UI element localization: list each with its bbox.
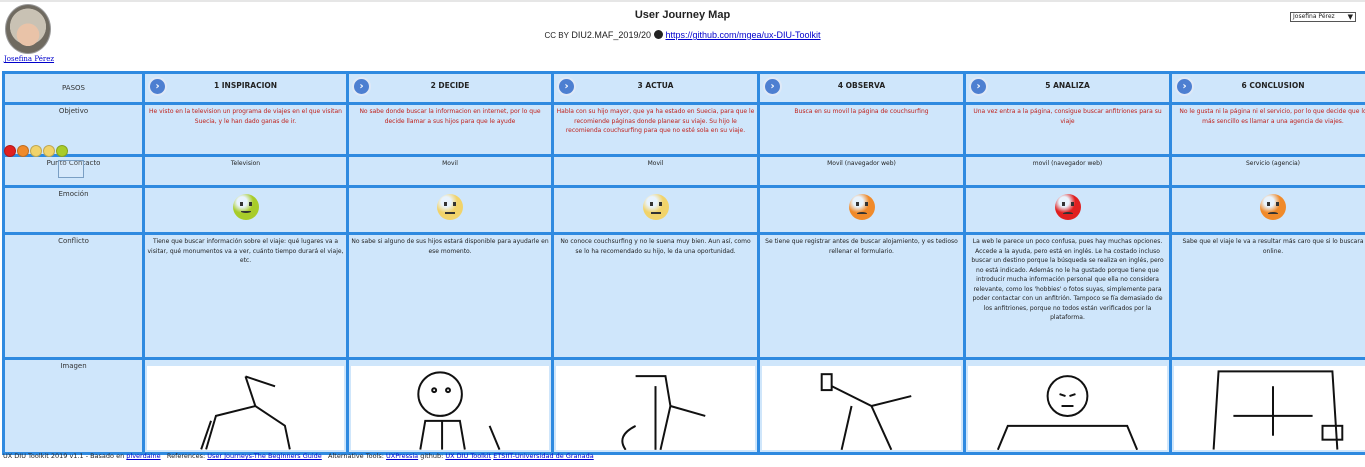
emotion-cell bbox=[551, 185, 760, 235]
emotion-cell bbox=[1169, 185, 1365, 235]
page-title: User Journey Map bbox=[634, 9, 731, 21]
footer-prefix: UX DIU Toolkit 2019 v1.1 - Basado en bbox=[3, 452, 125, 460]
image-cell bbox=[142, 357, 349, 455]
neutral-face-icon bbox=[642, 194, 669, 220]
row-label-conflicto: Conflicto bbox=[2, 232, 145, 360]
neutral-face-icon bbox=[437, 194, 463, 220]
user-select[interactable]: Josefina Pérez ▼ bbox=[1290, 12, 1356, 22]
image-cell bbox=[1169, 357, 1365, 455]
image-row: Imagen bbox=[2, 357, 1365, 455]
emotion-legend-face bbox=[4, 145, 16, 157]
conflict-cell: Se tiene que registrar antes de buscar a… bbox=[757, 232, 966, 360]
row-label-imagen: Imagen bbox=[2, 357, 145, 455]
conflict-row: Conflicto Tiene que buscar información s… bbox=[2, 232, 1365, 360]
chevron-down-icon: ▼ bbox=[1347, 13, 1353, 21]
contact-row: Punto Contacto Television Movil Movil Mo… bbox=[2, 154, 1365, 188]
step-header: › 3 ACTUA bbox=[551, 71, 760, 105]
objective-cell: He visto en la television un programa de… bbox=[142, 102, 349, 157]
chevron-right-icon[interactable]: › bbox=[557, 77, 576, 96]
footer-link-uxpressia[interactable]: UXPressia bbox=[386, 452, 418, 460]
sketch-image bbox=[968, 366, 1167, 451]
footer-link-guide[interactable]: User Journeys-The Beginners Guide bbox=[207, 452, 322, 460]
emotion-cell bbox=[757, 185, 966, 235]
journey-map-table: PASOS › 1 INSPIRACION › 2 DECIDE › 3 ACTUA … bbox=[2, 71, 1365, 455]
step-header: › 6 CONCLUSION bbox=[1169, 71, 1365, 105]
step-header: › 4 OBSERVA bbox=[757, 71, 966, 105]
contact-cell: Movil (navegador web) bbox=[757, 154, 966, 188]
repo-link[interactable]: https://github.com/mgea/ux-DIU-Toolkit bbox=[665, 30, 820, 40]
license-label: CC BY bbox=[544, 31, 569, 40]
emotion-legend bbox=[4, 142, 69, 161]
emotion-cell bbox=[346, 185, 554, 235]
step-header: › 2 DECIDE bbox=[346, 71, 554, 105]
chevron-right-icon[interactable]: › bbox=[763, 77, 782, 96]
row-label-pasos: PASOS bbox=[2, 71, 145, 105]
footer-link-ugr[interactable]: ETSIIT-Universidad de Granada bbox=[493, 452, 594, 460]
step-header: › 1 INSPIRACION bbox=[142, 71, 349, 105]
conflict-cell: La web le parece un poco confusa, pues h… bbox=[963, 232, 1172, 360]
objective-cell: No le gusta ni la página ni el servicio,… bbox=[1169, 102, 1365, 157]
image-cell bbox=[963, 357, 1172, 455]
image-cell bbox=[757, 357, 966, 455]
project-name: DIU2.MAF_2019/20 bbox=[571, 30, 651, 40]
objective-cell: Busca en su movil la página de couchsurf… bbox=[757, 102, 966, 157]
image-cell bbox=[346, 357, 554, 455]
conflict-cell: No sabe si alguno de sus hijos estará di… bbox=[346, 232, 554, 360]
sad-face-icon bbox=[1260, 194, 1286, 220]
emotion-cell bbox=[142, 185, 349, 235]
monitor-icon bbox=[58, 160, 84, 178]
author-link[interactable]: Josefina Pérez bbox=[4, 55, 54, 63]
objective-cell: Una vez entra a la página, consigue busc… bbox=[963, 102, 1172, 157]
footer-refs-label: References: bbox=[166, 452, 206, 460]
sad-face-icon bbox=[848, 194, 875, 220]
footer-link-toolkit[interactable]: UX DIU Toolkit bbox=[445, 452, 491, 460]
top-divider bbox=[0, 0, 1365, 2]
angry-face-icon bbox=[1054, 194, 1081, 220]
objective-cell: No sabe donde buscar la informacion en i… bbox=[346, 102, 554, 157]
step-label: 4 OBSERVA bbox=[837, 81, 886, 90]
conflict-cell: No conoce couchsurfing y no le suena muy… bbox=[551, 232, 760, 360]
contact-cell: Servicio (agencia) bbox=[1169, 154, 1365, 188]
contact-cell: Television bbox=[142, 154, 349, 188]
emotion-legend-face bbox=[30, 145, 42, 157]
step-label: 3 ACTUA bbox=[637, 81, 674, 90]
step-label: 1 INSPIRACION bbox=[213, 81, 278, 90]
chevron-right-icon[interactable]: › bbox=[969, 77, 988, 96]
image-cell bbox=[551, 357, 760, 455]
objective-row: Objetivo He visto en la television un pr… bbox=[2, 102, 1365, 157]
emotion-cell bbox=[963, 185, 1172, 235]
step-label: 5 ANALIZA bbox=[1045, 81, 1090, 90]
footer: UX DIU Toolkit 2019 v1.1 - Basado en plv… bbox=[3, 452, 594, 460]
footer-github-label: github: bbox=[420, 452, 444, 460]
emotion-row: Emoción bbox=[2, 185, 1365, 235]
sketch-image bbox=[1174, 366, 1365, 450]
emotion-legend-face bbox=[56, 145, 68, 157]
chevron-right-icon[interactable]: › bbox=[1175, 77, 1194, 96]
footer-link-plverdaine[interactable]: plverdaine bbox=[126, 452, 160, 460]
user-select-value: Josefina Pérez bbox=[1293, 13, 1335, 20]
conflict-cell: Sabe que el viaje le va a resultar más c… bbox=[1169, 232, 1365, 360]
sketch-image bbox=[351, 366, 549, 450]
footer-alt-label: Alternative Tools: bbox=[328, 452, 384, 460]
step-label: 2 DECIDE bbox=[430, 81, 470, 90]
github-icon bbox=[654, 30, 664, 39]
row-label-emocion: Emoción bbox=[2, 185, 145, 235]
chevron-right-icon[interactable]: › bbox=[148, 77, 167, 96]
contact-cell: movil (navegador web) bbox=[963, 154, 1172, 188]
steps-row: PASOS › 1 INSPIRACION › 2 DECIDE › 3 ACTUA … bbox=[2, 71, 1365, 105]
contact-cell: Movil bbox=[551, 154, 760, 188]
sketch-image bbox=[762, 366, 961, 451]
contact-cell: Movil bbox=[346, 154, 554, 188]
conflict-cell: Tiene que buscar información sobre el vi… bbox=[142, 232, 349, 360]
sketch-image bbox=[147, 366, 344, 450]
chevron-right-icon[interactable]: › bbox=[352, 77, 371, 96]
license-line: CC BY DIU2.MAF_2019/20 https://github.co… bbox=[0, 30, 1365, 40]
step-header: › 5 ANALIZA bbox=[963, 71, 1172, 105]
emotion-legend-face bbox=[17, 145, 29, 157]
step-label: 6 CONCLUSION bbox=[1241, 81, 1305, 90]
emotion-legend-face bbox=[43, 145, 55, 157]
objective-cell: Habla con su hijo mayor, que ya ha estad… bbox=[551, 102, 760, 157]
sketch-image bbox=[556, 366, 755, 451]
happy-face-icon bbox=[232, 194, 259, 220]
